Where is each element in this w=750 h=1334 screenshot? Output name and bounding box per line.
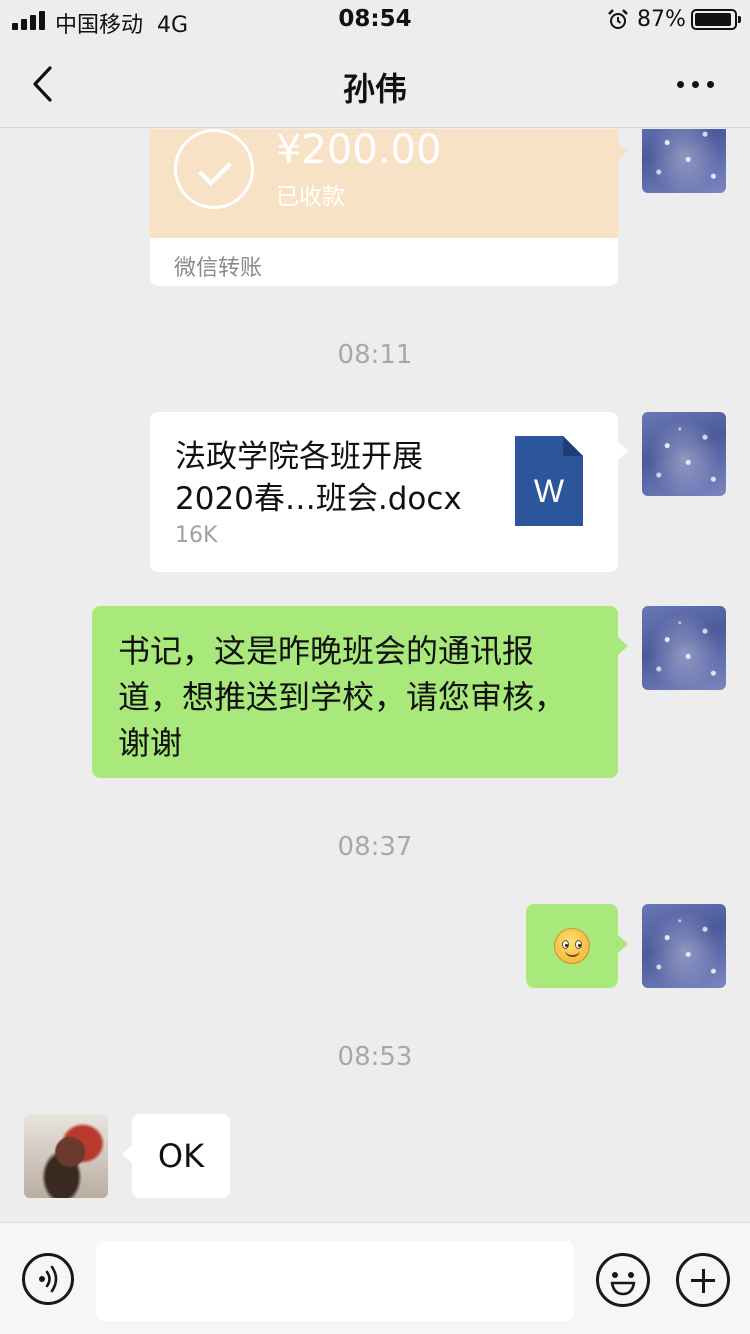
bubble-tail <box>618 142 628 160</box>
timestamp: 08:37 <box>337 832 413 862</box>
alarm-icon <box>608 9 628 29</box>
file-size: 16K <box>175 523 218 548</box>
reply-message[interactable]: OK <box>132 1114 230 1198</box>
avatar[interactable] <box>642 129 726 193</box>
chat-title: 孙伟 <box>342 70 407 108</box>
transfer-status: 已收款 <box>276 184 345 210</box>
transfer-amount: ¥200.00 <box>276 129 442 173</box>
message-input[interactable] <box>96 1241 574 1321</box>
transfer-card[interactable]: ¥200.00 已收款 微信转账 <box>150 129 618 286</box>
file-name: 法政学院各班开展2020春…班会.docx <box>175 439 462 517</box>
chat-area[interactable]: ¥200.00 已收款 微信转账 08:11 法政学院各班开展2020春…班会.… <box>0 129 750 1222</box>
bubble-tail <box>122 1145 132 1163</box>
bubble-tail <box>618 935 628 953</box>
smiley-icon <box>554 928 590 964</box>
battery-percent: 87% <box>637 7 686 32</box>
battery-icon <box>691 9 741 30</box>
avatar[interactable] <box>642 412 726 496</box>
plus-icon[interactable] <box>676 1253 730 1307</box>
more-icon[interactable] <box>672 68 718 100</box>
bubble-tail <box>618 637 628 655</box>
transfer-footer: 微信转账 <box>174 256 263 281</box>
word-doc-icon: W <box>515 436 583 526</box>
status-bar: 中国移动 4G 08:54 87% <box>0 0 750 40</box>
nav-bar: 孙伟 <box>0 40 750 128</box>
transfer-header: ¥200.00 已收款 <box>150 129 618 238</box>
bubble-tail <box>618 442 628 460</box>
timestamp: 08:11 <box>337 340 413 370</box>
contact-avatar[interactable] <box>24 1114 108 1198</box>
avatar[interactable] <box>642 606 726 690</box>
check-circle-icon <box>174 129 254 209</box>
emoji-icon[interactable] <box>596 1253 650 1307</box>
voice-icon[interactable] <box>22 1253 74 1305</box>
word-doc-letter: W <box>534 473 565 509</box>
timestamp: 08:53 <box>337 1042 413 1072</box>
avatar[interactable] <box>642 904 726 988</box>
file-message[interactable]: 法政学院各班开展2020春…班会.docx 16K W <box>150 412 618 572</box>
input-bar <box>0 1222 750 1334</box>
text-message[interactable]: 书记，这是昨晚班会的通讯报道，想推送到学校，请您审核，谢谢 <box>92 606 618 778</box>
emoji-message[interactable] <box>526 904 618 988</box>
